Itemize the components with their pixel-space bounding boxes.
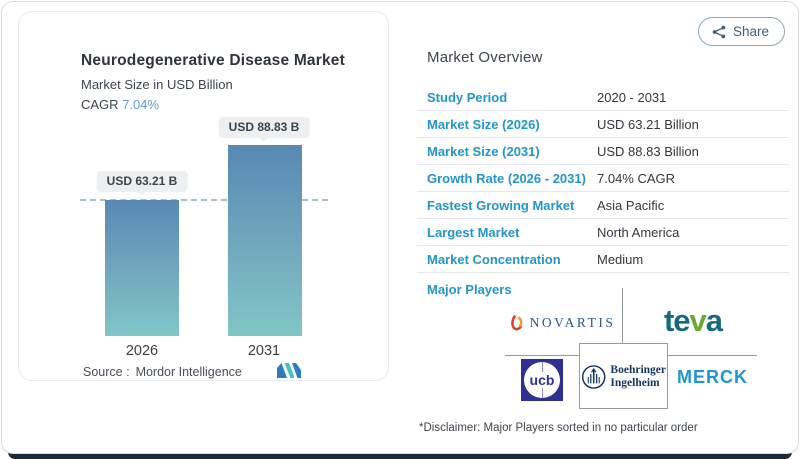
row-value: USD 63.21 Billion <box>597 116 699 132</box>
ucb-circle: ucb <box>524 362 560 398</box>
grid-divider <box>505 355 580 356</box>
cagr-label: CAGR <box>81 97 119 112</box>
chart-card: Neurodegenerative Disease Market Market … <box>18 11 389 381</box>
source-value: Mordor Intelligence <box>135 365 242 379</box>
table-row: Market Size (2026) USD 63.21 Billion <box>417 111 789 138</box>
row-label: Fastest Growing Market <box>427 197 575 213</box>
row-label: Study Period <box>427 89 508 105</box>
novartis-flame-icon <box>510 314 523 330</box>
ucb-logo: ucb <box>515 357 569 403</box>
ucb-wordmark: ucb <box>528 372 556 388</box>
novartis-logo: NOVARTIS <box>505 300 619 346</box>
table-row: Market Concentration Medium <box>417 246 789 273</box>
share-icon <box>712 25 726 38</box>
chart-title: Neurodegenerative Disease Market <box>81 52 345 69</box>
boehringer-emblem-icon <box>581 365 606 389</box>
table-row: Market Size (2031) USD 88.83 Billion <box>417 138 789 165</box>
major-players-label: Major Players <box>427 282 512 297</box>
row-value: 2020 - 2031 <box>597 89 667 105</box>
merck-logo: MERCK <box>668 362 757 392</box>
table-row: Study Period 2020 - 2031 <box>417 84 789 111</box>
disclaimer-text: *Disclaimer: Major Players sorted in no … <box>419 422 698 434</box>
row-value: Asia Pacific <box>597 197 665 213</box>
table-row: Growth Rate (2026 - 2031) 7.04% CAGR <box>417 165 789 192</box>
table-row: Largest Market North America <box>417 219 789 246</box>
bar-value-label-2031: USD 88.83 B <box>218 117 310 142</box>
row-label: Growth Rate (2026 - 2031) <box>427 170 586 186</box>
grid-divider <box>622 288 623 343</box>
source-attribution: Source : Mordor Intelligence <box>83 365 242 379</box>
major-players-grid: NOVARTIS teva ucb Boehringer Ingelheim M… <box>505 286 757 410</box>
merck-wordmark: MERCK <box>677 366 748 387</box>
row-value: 7.04% CAGR <box>597 170 676 186</box>
bar-2026[interactable] <box>105 200 179 336</box>
x-axis-label-2026: 2026 <box>125 343 159 359</box>
row-value: USD 88.83 Billion <box>597 143 699 159</box>
row-label: Largest Market <box>427 224 520 240</box>
ucb-square: ucb <box>521 359 563 401</box>
table-row: Fastest Growing Market Asia Pacific <box>417 192 789 219</box>
mordor-intelligence-logo <box>277 363 301 378</box>
teva-leaf-v: v <box>689 303 707 338</box>
source-label: Source : <box>83 365 130 379</box>
overview-title: Market Overview <box>427 49 543 66</box>
teva-wordmark: teva <box>663 303 723 338</box>
row-label: Market Concentration <box>427 251 561 267</box>
row-label: Market Size (2031) <box>427 143 540 159</box>
page-card: Neurodegenerative Disease Market Market … <box>1 1 799 454</box>
market-summary-widget: Neurodegenerative Disease Market Market … <box>0 0 800 459</box>
row-label: Market Size (2026) <box>427 116 540 132</box>
share-button-label: Share <box>732 24 769 39</box>
bar-value-label-2026: USD 63.21 B <box>96 171 188 196</box>
chart-header: Neurodegenerative Disease Market Market … <box>81 52 345 112</box>
chart-cagr: CAGR 7.04% <box>81 97 345 112</box>
chart-subtitle: Market Size in USD Billion <box>81 77 233 92</box>
grid-divider <box>668 355 757 356</box>
x-axis-label-2031: 2031 <box>247 343 281 359</box>
bar-2031[interactable] <box>228 145 302 336</box>
overview-table: Study Period 2020 - 2031 Market Size (20… <box>417 84 789 273</box>
novartis-wordmark: NOVARTIS <box>529 315 616 330</box>
cagr-value: 7.04% <box>122 97 160 112</box>
share-button[interactable]: Share <box>697 17 785 46</box>
row-value: North America <box>597 224 680 240</box>
boehringer-wordmark: Boehringer Ingelheim <box>610 363 666 389</box>
boehringer-ingelheim-logo: Boehringer Ingelheim <box>581 353 666 401</box>
row-value: Medium <box>597 251 644 267</box>
teva-logo: teva <box>631 296 755 346</box>
